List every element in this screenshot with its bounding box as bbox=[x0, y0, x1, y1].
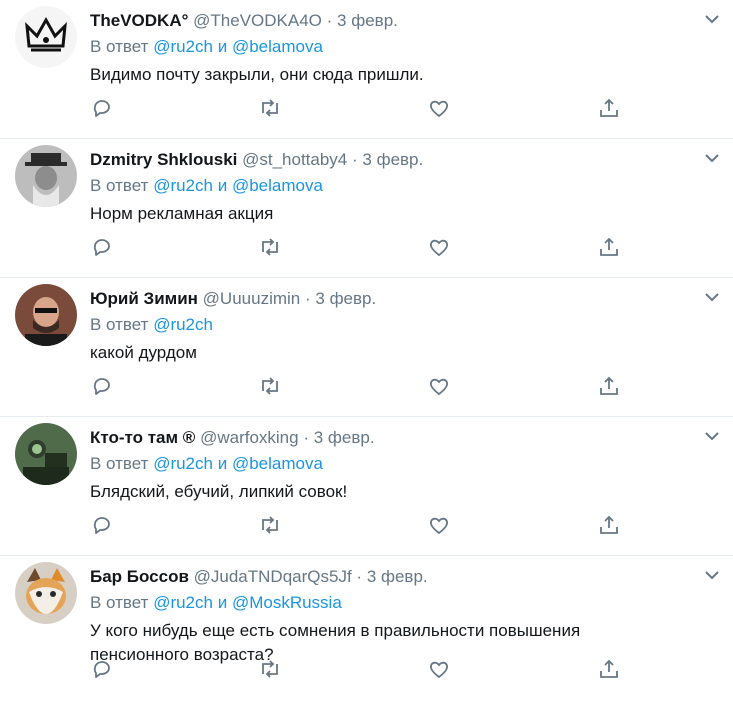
display-name[interactable]: TheVODKA° bbox=[90, 11, 188, 30]
user-handle[interactable]: @st_hottaby4 bbox=[242, 150, 347, 169]
tweet-actions bbox=[90, 235, 630, 259]
reply-context: В ответ @ru2ch и @MoskRussia bbox=[90, 592, 342, 614]
tweet-date[interactable]: 3 февр. bbox=[362, 150, 423, 169]
reply-context: В ответ @ru2ch и @belamova bbox=[90, 175, 323, 197]
tweet-text: Блядский, ебучий, липкий совок! bbox=[90, 482, 348, 501]
like-icon[interactable] bbox=[427, 374, 451, 398]
and-word: и bbox=[217, 593, 228, 612]
like-icon[interactable] bbox=[427, 96, 451, 120]
tweet-text: Норм рекламная акция bbox=[90, 204, 274, 223]
display-name[interactable]: Бар Боссов bbox=[90, 567, 189, 586]
and-word: и bbox=[217, 454, 228, 473]
reply-prefix: В ответ bbox=[90, 593, 149, 612]
reply-icon[interactable] bbox=[90, 96, 114, 120]
tweet-actions bbox=[90, 374, 630, 398]
user-handle[interactable]: @JudaTNDqarQs5Jf bbox=[194, 567, 352, 586]
tweet-actions bbox=[90, 96, 630, 120]
tweet-date[interactable]: 3 февр. bbox=[315, 289, 376, 308]
tweet-actions bbox=[90, 513, 630, 537]
mention-link[interactable]: @belamova bbox=[232, 454, 323, 473]
reply-icon[interactable] bbox=[90, 235, 114, 259]
reply-context: В ответ @ru2ch и @belamova bbox=[90, 453, 323, 475]
mention-link[interactable]: @ru2ch bbox=[153, 593, 213, 612]
display-name[interactable]: Кто-то там ® bbox=[90, 428, 195, 447]
mention-link[interactable]: @belamova bbox=[232, 176, 323, 195]
display-name[interactable]: Dzmitry Shklouski bbox=[90, 150, 237, 169]
like-icon[interactable] bbox=[427, 513, 451, 537]
mention-link[interactable]: @ru2ch bbox=[153, 37, 213, 56]
avatar[interactable] bbox=[15, 562, 77, 624]
share-icon[interactable] bbox=[597, 657, 621, 681]
avatar[interactable] bbox=[15, 423, 77, 485]
separator-dot: · bbox=[326, 11, 333, 30]
tweet-date[interactable]: 3 февр. bbox=[367, 567, 428, 586]
user-handle[interactable]: @Uuuuzimin bbox=[203, 289, 301, 308]
reply-prefix: В ответ bbox=[90, 315, 149, 334]
user-handle[interactable]: @warfoxking bbox=[200, 428, 299, 447]
share-icon[interactable] bbox=[597, 235, 621, 259]
chevron-down-icon[interactable] bbox=[703, 427, 721, 445]
avatar[interactable] bbox=[15, 6, 77, 68]
like-icon[interactable] bbox=[427, 235, 451, 259]
chevron-down-icon[interactable] bbox=[703, 10, 721, 28]
mention-link[interactable]: @ru2ch bbox=[153, 454, 213, 473]
reply-prefix: В ответ bbox=[90, 176, 149, 195]
tweet-date[interactable]: 3 февр. bbox=[337, 11, 398, 30]
tweet-item[interactable]: Кто-то там ® @warfoxking · 3 февр. В отв… bbox=[0, 417, 733, 556]
share-icon[interactable] bbox=[597, 96, 621, 120]
and-word: и bbox=[217, 176, 228, 195]
share-icon[interactable] bbox=[597, 513, 621, 537]
mention-link[interactable]: @ru2ch bbox=[153, 315, 213, 334]
retweet-icon[interactable] bbox=[258, 235, 282, 259]
chevron-down-icon[interactable] bbox=[703, 288, 721, 306]
user-handle[interactable]: @TheVODKA4O bbox=[193, 11, 322, 30]
tweet-item[interactable]: TheVODKA° @TheVODKA4O · 3 февр. В ответ … bbox=[0, 0, 733, 139]
tweet-actions bbox=[90, 657, 630, 681]
separator-dot: · bbox=[356, 567, 363, 586]
mention-link[interactable]: @belamova bbox=[232, 37, 323, 56]
like-icon[interactable] bbox=[427, 657, 451, 681]
avatar[interactable] bbox=[15, 284, 77, 346]
tweet-item[interactable]: Юрий Зимин @Uuuuzimin · 3 февр. В ответ … bbox=[0, 278, 733, 417]
tweet-item[interactable]: Бар Боссов @JudaTNDqarQs5Jf · 3 февр. В … bbox=[0, 556, 733, 700]
retweet-icon[interactable] bbox=[258, 513, 282, 537]
mention-link[interactable]: @MoskRussia bbox=[232, 593, 342, 612]
avatar[interactable] bbox=[15, 145, 77, 207]
separator-dot: · bbox=[303, 428, 309, 447]
retweet-icon[interactable] bbox=[258, 374, 282, 398]
retweet-icon[interactable] bbox=[258, 657, 282, 681]
retweet-icon[interactable] bbox=[258, 96, 282, 120]
display-name[interactable]: Юрий Зимин bbox=[90, 289, 198, 308]
reply-prefix: В ответ bbox=[90, 37, 149, 56]
tweet-item[interactable]: Dzmitry Shklouski @st_hottaby4 · 3 февр.… bbox=[0, 139, 733, 278]
chevron-down-icon[interactable] bbox=[703, 566, 721, 584]
reply-context: В ответ @ru2ch и @belamova bbox=[90, 36, 323, 58]
tweet-text: Видимо почту закрыли, они сюда пришли. bbox=[90, 65, 424, 84]
reply-icon[interactable] bbox=[90, 374, 114, 398]
reply-context: В ответ @ru2ch bbox=[90, 314, 213, 336]
reply-icon[interactable] bbox=[90, 513, 114, 537]
chevron-down-icon[interactable] bbox=[703, 149, 721, 167]
tweet-date[interactable]: 3 февр. bbox=[314, 428, 375, 447]
tweet-text: какой дурдом bbox=[90, 343, 197, 362]
share-icon[interactable] bbox=[597, 374, 621, 398]
reply-prefix: В ответ bbox=[90, 454, 149, 473]
separator-dot: · bbox=[352, 150, 358, 169]
mention-link[interactable]: @ru2ch bbox=[153, 176, 213, 195]
separator-dot: · bbox=[304, 289, 311, 308]
reply-icon[interactable] bbox=[90, 657, 114, 681]
and-word: и bbox=[217, 37, 228, 56]
